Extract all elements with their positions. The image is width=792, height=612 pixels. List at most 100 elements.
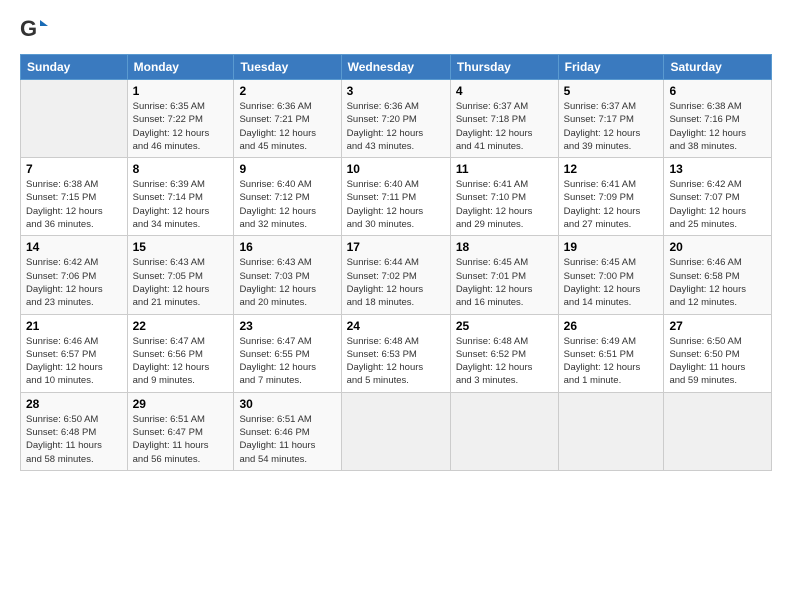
day-number: 6 [669, 84, 766, 98]
day-info: Sunrise: 6:43 AM Sunset: 7:05 PM Dayligh… [133, 256, 229, 309]
calendar-cell: 26Sunrise: 6:49 AM Sunset: 6:51 PM Dayli… [558, 314, 664, 392]
calendar-table: SundayMondayTuesdayWednesdayThursdayFrid… [20, 54, 772, 471]
calendar-cell: 12 Sunrise: 6:41 AM Sunset: 7:09 PM Dayli… [558, 158, 664, 236]
calendar-cell: 29 Sunrise: 6:51 AM Sunset: 6:47 PM Dayli… [127, 392, 234, 470]
day-number: 10 [347, 162, 445, 176]
day-number: 14 [26, 240, 122, 254]
day-info: Sunrise: 6:47 AM Sunset: 6:56 PM Dayligh… [133, 335, 229, 388]
day-number: 26 [564, 319, 659, 333]
header-tuesday: Tuesday [234, 55, 341, 80]
day-info: Sunrise: 6:39 AM Sunset: 7:14 PM Dayligh… [133, 178, 229, 231]
day-number: 23 [239, 319, 335, 333]
calendar-cell: 15 Sunrise: 6:43 AM Sunset: 7:05 PM Dayli… [127, 236, 234, 314]
day-number: 4 [456, 84, 553, 98]
day-number: 11 [456, 162, 553, 176]
day-number: 5 [564, 84, 659, 98]
calendar-cell: 5 Sunrise: 6:37 AM Sunset: 7:17 PM Daylig… [558, 80, 664, 158]
day-info: Sunrise: 6:41 AM Sunset: 7:09 PM Dayligh… [564, 178, 659, 231]
day-number: 22 [133, 319, 229, 333]
day-info: Sunrise: 6:35 AM Sunset: 7:22 PM Dayligh… [133, 100, 229, 153]
day-number: 7 [26, 162, 122, 176]
calendar-cell [341, 392, 450, 470]
day-number: 12 [564, 162, 659, 176]
calendar-cell: 25 Sunrise: 6:48 AM Sunset: 6:52 PM Dayli… [450, 314, 558, 392]
day-info: Sunrise: 6:50 AM Sunset: 6:50 PM Dayligh… [669, 335, 766, 388]
calendar-cell: 8 Sunrise: 6:39 AM Sunset: 7:14 PM Daylig… [127, 158, 234, 236]
day-info: Sunrise: 6:42 AM Sunset: 7:07 PM Dayligh… [669, 178, 766, 231]
day-info: Sunrise: 6:51 AM Sunset: 6:47 PM Dayligh… [133, 413, 229, 466]
calendar-cell: 14 Sunrise: 6:42 AM Sunset: 7:06 PM Dayli… [21, 236, 128, 314]
day-info: Sunrise: 6:42 AM Sunset: 7:06 PM Dayligh… [26, 256, 122, 309]
day-info: Sunrise: 6:51 AM Sunset: 6:46 PM Dayligh… [239, 413, 335, 466]
day-info: Sunrise: 6:45 AM Sunset: 7:00 PM Dayligh… [564, 256, 659, 309]
header-sunday: Sunday [21, 55, 128, 80]
day-info: Sunrise: 6:37 AM Sunset: 7:17 PM Dayligh… [564, 100, 659, 153]
day-number: 20 [669, 240, 766, 254]
calendar-cell [21, 80, 128, 158]
header-thursday: Thursday [450, 55, 558, 80]
calendar-cell: 19 Sunrise: 6:45 AM Sunset: 7:00 PM Dayli… [558, 236, 664, 314]
day-info: Sunrise: 6:50 AM Sunset: 6:48 PM Dayligh… [26, 413, 122, 466]
calendar-cell: 3Sunrise: 6:36 AM Sunset: 7:20 PM Daylig… [341, 80, 450, 158]
day-info: Sunrise: 6:45 AM Sunset: 7:01 PM Dayligh… [456, 256, 553, 309]
day-number: 25 [456, 319, 553, 333]
day-info: Sunrise: 6:46 AM Sunset: 6:58 PM Dayligh… [669, 256, 766, 309]
day-info: Sunrise: 6:48 AM Sunset: 6:52 PM Dayligh… [456, 335, 553, 388]
day-number: 8 [133, 162, 229, 176]
calendar-cell: 23 Sunrise: 6:47 AM Sunset: 6:55 PM Dayli… [234, 314, 341, 392]
calendar-cell: 21Sunrise: 6:46 AM Sunset: 6:57 PM Dayli… [21, 314, 128, 392]
calendar-cell: 9 Sunrise: 6:40 AM Sunset: 7:12 PM Daylig… [234, 158, 341, 236]
calendar-cell [664, 392, 772, 470]
day-number: 1 [133, 84, 229, 98]
calendar-week-row: 14 Sunrise: 6:42 AM Sunset: 7:06 PM Dayli… [21, 236, 772, 314]
header-friday: Friday [558, 55, 664, 80]
calendar-cell: 16 Sunrise: 6:43 AM Sunset: 7:03 PM Dayli… [234, 236, 341, 314]
calendar-cell: 20 Sunrise: 6:46 AM Sunset: 6:58 PM Dayli… [664, 236, 772, 314]
day-info: Sunrise: 6:48 AM Sunset: 6:53 PM Dayligh… [347, 335, 445, 388]
day-number: 19 [564, 240, 659, 254]
logo: G [20, 16, 52, 44]
day-info: Sunrise: 6:43 AM Sunset: 7:03 PM Dayligh… [239, 256, 335, 309]
calendar-cell: 22 Sunrise: 6:47 AM Sunset: 6:56 PM Dayli… [127, 314, 234, 392]
day-info: Sunrise: 6:36 AM Sunset: 7:20 PM Dayligh… [347, 100, 445, 153]
calendar-week-row: 1 Sunrise: 6:35 AM Sunset: 7:22 PM Daylig… [21, 80, 772, 158]
calendar-cell: 2Sunrise: 6:36 AM Sunset: 7:21 PM Daylig… [234, 80, 341, 158]
day-number: 29 [133, 397, 229, 411]
calendar-cell: 18 Sunrise: 6:45 AM Sunset: 7:01 PM Dayli… [450, 236, 558, 314]
day-info: Sunrise: 6:47 AM Sunset: 6:55 PM Dayligh… [239, 335, 335, 388]
day-info: Sunrise: 6:41 AM Sunset: 7:10 PM Dayligh… [456, 178, 553, 231]
page-header: G [20, 16, 772, 44]
day-info: Sunrise: 6:38 AM Sunset: 7:16 PM Dayligh… [669, 100, 766, 153]
day-info: Sunrise: 6:44 AM Sunset: 7:02 PM Dayligh… [347, 256, 445, 309]
day-number: 9 [239, 162, 335, 176]
day-info: Sunrise: 6:37 AM Sunset: 7:18 PM Dayligh… [456, 100, 553, 153]
day-number: 16 [239, 240, 335, 254]
calendar-cell: 24 Sunrise: 6:48 AM Sunset: 6:53 PM Dayli… [341, 314, 450, 392]
header-monday: Monday [127, 55, 234, 80]
calendar-cell: 7Sunrise: 6:38 AM Sunset: 7:15 PM Daylig… [21, 158, 128, 236]
day-info: Sunrise: 6:40 AM Sunset: 7:12 PM Dayligh… [239, 178, 335, 231]
calendar-cell: 10Sunrise: 6:40 AM Sunset: 7:11 PM Dayli… [341, 158, 450, 236]
calendar-cell [558, 392, 664, 470]
calendar-week-row: 21Sunrise: 6:46 AM Sunset: 6:57 PM Dayli… [21, 314, 772, 392]
calendar-header-row: SundayMondayTuesdayWednesdayThursdayFrid… [21, 55, 772, 80]
header-wednesday: Wednesday [341, 55, 450, 80]
day-number: 13 [669, 162, 766, 176]
calendar-cell: 4 Sunrise: 6:37 AM Sunset: 7:18 PM Daylig… [450, 80, 558, 158]
calendar-cell: 17 Sunrise: 6:44 AM Sunset: 7:02 PM Dayli… [341, 236, 450, 314]
day-number: 24 [347, 319, 445, 333]
day-number: 18 [456, 240, 553, 254]
calendar-cell [450, 392, 558, 470]
calendar-cell: 27Sunrise: 6:50 AM Sunset: 6:50 PM Dayli… [664, 314, 772, 392]
calendar-week-row: 7Sunrise: 6:38 AM Sunset: 7:15 PM Daylig… [21, 158, 772, 236]
day-number: 15 [133, 240, 229, 254]
day-number: 28 [26, 397, 122, 411]
calendar-cell: 6 Sunrise: 6:38 AM Sunset: 7:16 PM Daylig… [664, 80, 772, 158]
day-number: 17 [347, 240, 445, 254]
day-number: 30 [239, 397, 335, 411]
calendar-cell: 11 Sunrise: 6:41 AM Sunset: 7:10 PM Dayli… [450, 158, 558, 236]
day-number: 21 [26, 319, 122, 333]
calendar-cell: 13 Sunrise: 6:42 AM Sunset: 7:07 PM Dayli… [664, 158, 772, 236]
calendar-cell: 1 Sunrise: 6:35 AM Sunset: 7:22 PM Daylig… [127, 80, 234, 158]
calendar-cell: 28 Sunrise: 6:50 AM Sunset: 6:48 PM Dayli… [21, 392, 128, 470]
